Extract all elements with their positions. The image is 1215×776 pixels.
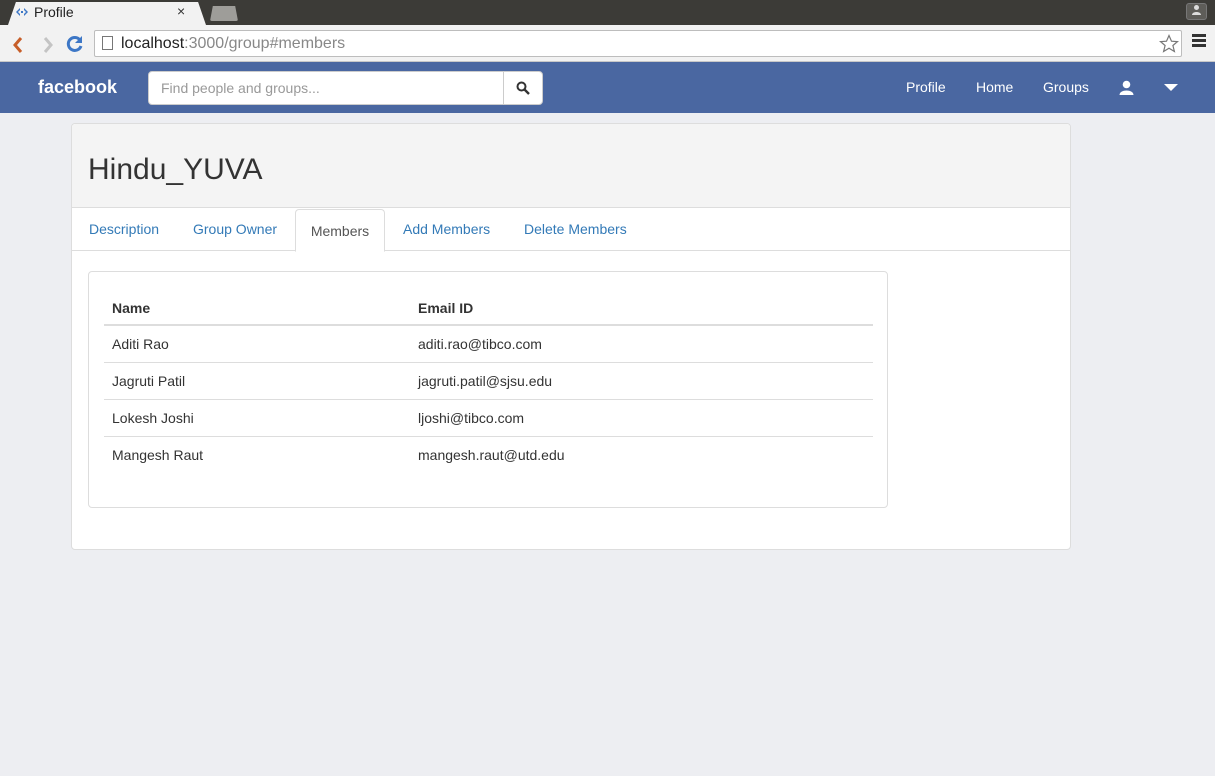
- group-title: Hindu_YUVA: [88, 153, 263, 186]
- tab-favicon-icon: [16, 8, 28, 16]
- tab-group-owner[interactable]: Group Owner: [193, 208, 277, 251]
- dropdown-caret-icon[interactable]: [1164, 84, 1178, 91]
- new-tab-button[interactable]: [210, 6, 238, 21]
- member-email: aditi.rao@tibco.com: [418, 335, 542, 352]
- members-card: Name Email ID Aditi Rao aditi.rao@tibco.…: [88, 271, 888, 508]
- browser-profile-icon[interactable]: [1186, 3, 1207, 20]
- bookmark-star-icon[interactable]: [1159, 34, 1179, 54]
- column-header-name: Name: [104, 287, 410, 326]
- nav-profile[interactable]: Profile: [906, 79, 946, 95]
- page-icon: [102, 36, 113, 50]
- member-name: Lokesh Joshi: [104, 398, 410, 436]
- tab-close-icon[interactable]: ×: [177, 3, 185, 19]
- member-email: ljoshi@tibco.com: [410, 398, 873, 436]
- member-name: Jagruti Patil: [104, 361, 410, 399]
- url-host: localhost: [121, 35, 185, 52]
- nav-groups[interactable]: Groups: [1043, 79, 1089, 95]
- search-input[interactable]: [149, 72, 505, 104]
- members-table: Name Email ID Aditi Rao aditi.rao@tibco.…: [104, 287, 873, 473]
- table-row: Mangesh Raut mangesh.raut@utd.edu: [104, 435, 873, 473]
- browser-toolbar: localhost:3000/group#members: [0, 25, 1215, 62]
- url-path: :3000/group#members: [184, 35, 346, 52]
- member-email: jagruti.patil@sjsu.edu: [410, 361, 873, 399]
- browser-tabstrip: Profile ×: [0, 0, 1215, 25]
- address-bar[interactable]: localhost:3000/group#members: [94, 30, 1182, 57]
- forward-icon[interactable]: [40, 35, 56, 55]
- user-icon[interactable]: [1119, 80, 1134, 95]
- group-tabs: Description Group Owner Members Add Memb…: [72, 208, 1070, 252]
- group-panel: Hindu_YUVA Description Group Owner Membe…: [71, 123, 1071, 550]
- member-name: Aditi Rao: [112, 335, 169, 352]
- nav-home[interactable]: Home: [976, 79, 1013, 95]
- column-header-email: Email ID: [410, 287, 873, 326]
- site-header: facebook Profile Home Groups: [0, 62, 1215, 113]
- tab-members[interactable]: Members: [295, 209, 385, 252]
- member-name: Mangesh Raut: [104, 435, 410, 473]
- table-row: Jagruti Patil jagruti.patil@sjsu.edu: [104, 361, 873, 399]
- search-icon: [516, 81, 530, 95]
- url-text: localhost:3000/group#members: [121, 35, 345, 53]
- tab-delete-members[interactable]: Delete Members: [524, 208, 627, 251]
- tab-add-members[interactable]: Add Members: [403, 208, 490, 251]
- browser-menu-icon[interactable]: [1192, 34, 1206, 47]
- search-button[interactable]: [503, 72, 542, 104]
- member-email: mangesh.raut@utd.edu: [410, 435, 873, 473]
- tab-description[interactable]: Description: [89, 208, 159, 251]
- reload-icon[interactable]: [66, 35, 84, 53]
- search-box: [148, 71, 543, 105]
- table-row: Lokesh Joshi ljoshi@tibco.com: [104, 398, 873, 436]
- brand-logo[interactable]: facebook: [38, 77, 117, 98]
- tab-title: Profile: [34, 4, 74, 20]
- table-header-row: Name Email ID: [104, 287, 873, 326]
- back-icon[interactable]: [10, 35, 26, 55]
- table-row: Aditi Rao aditi.rao@tibco.com: [104, 325, 873, 362]
